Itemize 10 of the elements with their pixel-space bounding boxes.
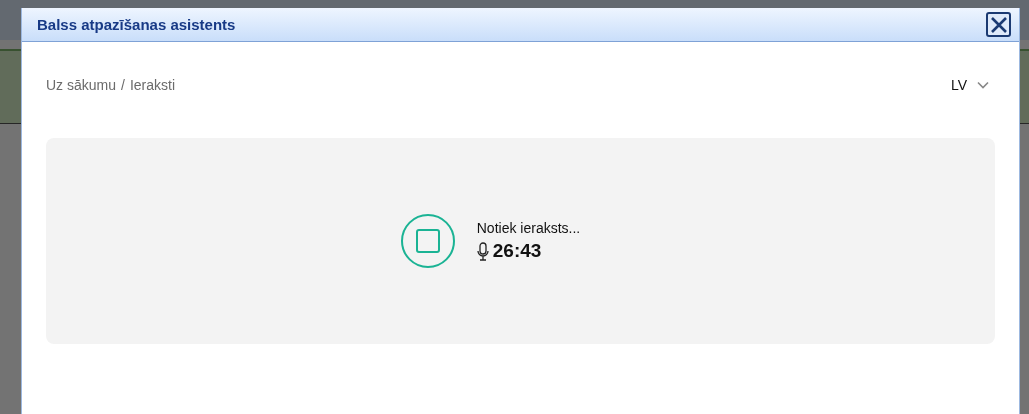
dialog-title: Balss atpazīšanas asistents: [37, 16, 236, 33]
breadcrumb-link[interactable]: Ieraksti: [129, 77, 176, 93]
breadcrumb-link[interactable]: Uz sākumu: [46, 77, 117, 93]
close-button[interactable]: [986, 12, 1011, 37]
microphone-icon: [476, 241, 489, 261]
recording-timer: 26:43: [492, 240, 542, 262]
recording-status: Notiek ieraksts...: [476, 220, 581, 236]
chevron-down-icon: [977, 81, 989, 89]
language-dropdown[interactable]: LV: [950, 77, 995, 93]
breadcrumb-separator: /: [121, 77, 125, 93]
